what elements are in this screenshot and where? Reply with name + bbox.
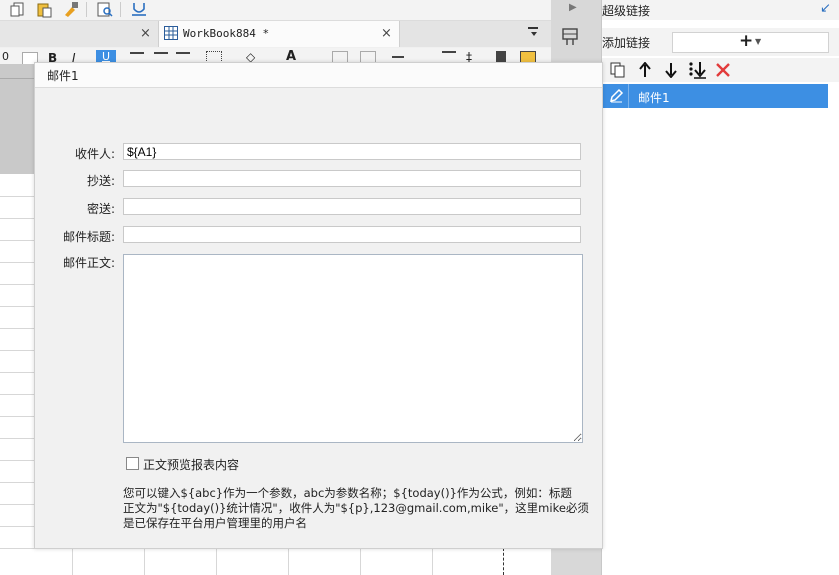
dialog-title-bar: 邮件1 [35,63,602,88]
cc-input[interactable] [123,170,581,187]
grid-line [0,482,34,483]
insert-row-icon[interactable] [392,56,404,58]
preview-checkbox[interactable] [126,457,139,470]
toolbar-divider [86,2,87,17]
grid-line [0,416,34,417]
help-note-line: 是已保存在平台用户管理里的用户名 [123,516,307,530]
panel-title: 超级链接 [602,4,651,18]
new-file-icon[interactable] [10,1,28,18]
panel-header: 超级链接 ↙ [602,0,839,20]
pencil-icon[interactable] [608,88,624,107]
grid-line [288,548,289,575]
data-filter-icon[interactable] [130,1,148,18]
preview-icon[interactable] [96,1,114,18]
recipient-row: 收件人: [35,143,581,163]
cc-label: 抄送: [86,174,115,188]
page-break-line [503,548,504,575]
tab-menu-icon[interactable] [526,25,542,44]
chevron-down-icon: ▼ [755,37,762,46]
help-note-line: 您可以键入${abc}作为一个参数，abc为参数名称；${today()}作为公… [123,486,572,500]
add-link-label: 添加链接 [602,36,651,50]
grid-line [0,548,34,549]
bcc-row: 密送: [35,198,581,218]
grid-line [216,548,217,575]
tab-title: WorkBook884 * [183,27,270,40]
grid-line [0,196,34,197]
subject-label: 邮件标题: [62,230,115,244]
grid-line [0,306,34,307]
preview-checkbox-row[interactable]: 正文预览报表内容 [126,456,326,472]
zoom-field[interactable]: 0 [2,50,9,63]
column-ruler [0,64,34,174]
move-down-icon[interactable] [664,62,678,81]
delete-icon[interactable] [715,62,731,81]
grid-line [432,548,433,575]
paste-icon[interactable] [36,1,54,18]
body-label: 邮件正文: [62,256,115,270]
tab-close-icon[interactable]: × [140,26,151,41]
grid-line [0,526,34,527]
item-divider [628,84,629,108]
panel-dock-icon[interactable]: ↙ [820,1,831,16]
help-note-line: 正文为"${today()}统计情况"，收件人为"${p},123@gmail.… [123,501,589,515]
plus-icon: + [739,31,754,51]
bcc-label: 密送: [86,202,115,216]
link-item-label: 邮件1 [638,91,670,105]
add-link-button[interactable]: + ▼ [672,31,829,53]
grid-line [0,240,34,241]
cell-attribute-icon[interactable] [562,28,580,49]
toolbar-divider [120,2,121,17]
tab-strip: × WorkBook884 * × [0,21,551,47]
link-list-item[interactable]: 邮件1 [602,84,828,108]
tab-previous[interactable]: × [0,21,158,47]
cc-row: 抄送: [35,170,581,190]
grid-line [72,548,73,575]
link-toolbar [602,58,839,82]
recipient-input[interactable] [123,143,581,160]
hyperlink-panel: 超级链接 ↙ 添加链接 + ▼ 邮件1 [601,0,839,575]
grid-line [0,504,34,505]
collapse-arrow-icon[interactable]: ▶ [569,2,577,13]
preview-checkbox-label: 正文预览报表内容 [143,458,240,472]
subject-row: 邮件标题: [35,226,581,246]
grid-line [0,350,34,351]
bcc-input[interactable] [123,198,581,215]
main-toolbar [0,0,551,21]
add-link-row: 添加链接 + ▼ [602,28,839,56]
dialog-title: 邮件1 [47,69,79,83]
grid-line [0,438,34,439]
grid-line [0,284,34,285]
grid-line [0,262,34,263]
grid-line [0,394,34,395]
recipient-label: 收件人: [74,147,115,161]
grid-line [0,372,34,373]
grid-line [0,460,34,461]
help-note: 您可以键入${abc}作为一个参数，abc为参数名称；${today()}作为公… [123,486,593,531]
grid-line [0,328,34,329]
move-up-icon[interactable] [638,61,652,81]
grid-line [360,548,361,575]
tab-workbook[interactable]: WorkBook884 * × [158,21,400,47]
format-painter-icon[interactable] [62,1,80,18]
subject-input[interactable] [123,226,581,243]
move-bottom-icon[interactable] [688,61,708,82]
grid-line [144,548,145,575]
body-textarea[interactable] [123,254,583,443]
grid-line [0,218,34,219]
copy-icon[interactable] [610,62,626,81]
email-dialog: 邮件1 收件人: 抄送: 密送: 邮件标题: 邮件正文: 正文预览报表内容 您可… [34,62,603,549]
tab-close-icon[interactable]: × [381,26,392,41]
workbook-icon [164,26,178,43]
